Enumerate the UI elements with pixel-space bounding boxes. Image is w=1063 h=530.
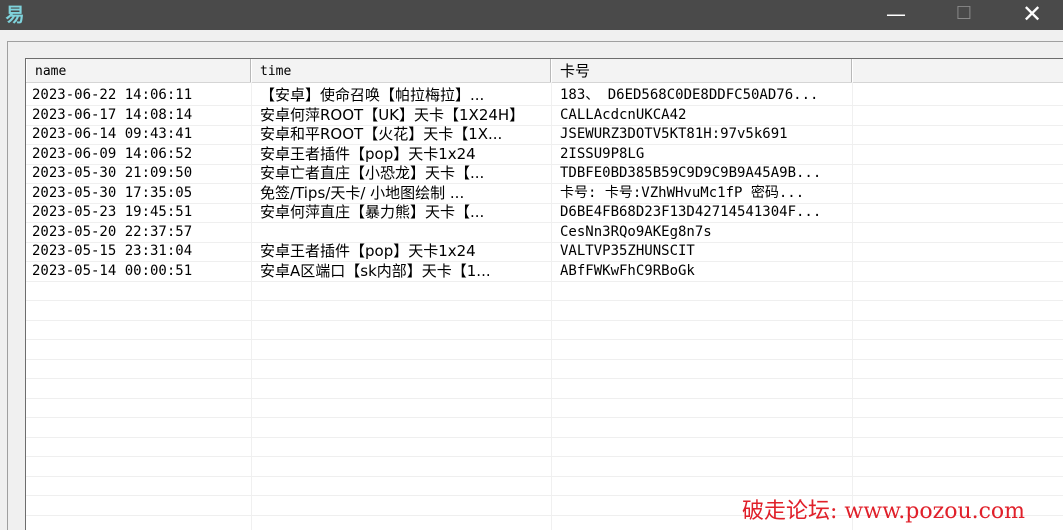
table-row[interactable]: [26, 379, 1063, 399]
cell-name: 2023-05-14 00:00:51: [32, 262, 193, 279]
table-row[interactable]: 2023-06-22 14:06:11 【安卓】使命召唤【帕拉梅拉】... 183、…: [26, 86, 1063, 106]
table-row[interactable]: 2023-06-14 09:43:41 安卓和平ROOT【火花】天卡【1X... J…: [26, 125, 1063, 145]
cell-time: 安卓亡者直庄【小恐龙】天卡【...: [260, 164, 485, 182]
cell-card-number: ABfFWKwFhC9RBoGk: [560, 262, 695, 279]
column-header-time[interactable]: time: [251, 59, 551, 82]
cell-card-number: 2ISSU9P8LG: [560, 145, 645, 162]
cell-name: 2023-05-30 21:09:50: [32, 165, 193, 181]
table-row[interactable]: 2023-05-30 21:09:50 安卓亡者直庄【小恐龙】天卡【... TDBF…: [26, 164, 1063, 184]
table-row[interactable]: [26, 340, 1063, 360]
cell-card-number: D6BE4FB68D23F13D42714541304F...: [560, 204, 822, 220]
column-header-empty[interactable]: [852, 59, 1063, 82]
cell-time: 安卓何萍直庄【暴力熊】天卡【...: [260, 203, 485, 221]
app-icon: 易: [5, 4, 25, 26]
table-row[interactable]: 2023-05-15 23:31:04 安卓王者插件【pop】天卡1x24 VALT…: [26, 242, 1063, 262]
cell-card-number: TDBFE0BD385B59C9D9C9B9A45A9B...: [560, 165, 822, 181]
cell-name: 2023-06-22 14:06:11: [32, 87, 193, 103]
table-row[interactable]: [26, 457, 1063, 477]
cell-card-number: VALTVP35ZHUNSCIT: [560, 243, 695, 259]
table-row[interactable]: [26, 437, 1063, 457]
cell-time: 安卓和平ROOT【火花】天卡【1X...: [260, 125, 503, 143]
cell-card-number: CesNn3RQo9AKEg8n7s: [560, 223, 712, 240]
cell-name: 2023-05-30 17:35:05: [32, 184, 193, 201]
cell-time: 安卓王者插件【pop】天卡1x24: [260, 242, 476, 260]
cell-name: 2023-06-17 14:08:14: [32, 106, 193, 123]
cell-time: 免签/Tips/天卡/ 小地图绘制 ...: [260, 183, 465, 202]
cell-time: 安卓王者插件【pop】天卡1x24: [260, 144, 476, 163]
minimize-button[interactable]: —: [864, 0, 928, 30]
table-row[interactable]: 2023-06-09 14:06:52 安卓王者插件【pop】天卡1x24 2ISS…: [26, 145, 1063, 165]
close-button[interactable]: ✕: [1000, 0, 1063, 30]
cell-time: 【安卓】使命召唤【帕拉梅拉】...: [260, 86, 485, 104]
table-row[interactable]: 2023-06-17 14:08:14 安卓何萍ROOT【UK】天卡【1X24H】…: [26, 106, 1063, 126]
cell-card-number: JSEWURZ3DOTV5KT81H:97v5k691: [560, 126, 788, 142]
table-row[interactable]: [26, 301, 1063, 321]
table-row[interactable]: [26, 418, 1063, 438]
column-header-name[interactable]: name: [26, 59, 251, 82]
cell-name: 2023-05-20 22:37:57: [32, 223, 193, 240]
title-bar: 易 — ☐ ✕: [0, 0, 1063, 30]
cell-name: 2023-06-09 14:06:52: [32, 145, 193, 162]
cell-time: [260, 223, 548, 242]
cell-time: 安卓何萍ROOT【UK】天卡【1X24H】: [260, 105, 525, 124]
cell-name: 2023-05-15 23:31:04: [32, 243, 193, 259]
table-row[interactable]: [26, 359, 1063, 379]
card-list-view[interactable]: name time 卡号 2023-06-22 14:06:11 【安卓】使命召唤…: [25, 58, 1063, 530]
cell-time: 安卓A区端口【sk内部】天卡【1...: [260, 261, 491, 280]
table-row[interactable]: [26, 320, 1063, 340]
table-row[interactable]: 2023-05-14 00:00:51 安卓A区端口【sk内部】天卡【1... AB…: [26, 262, 1063, 282]
table-row[interactable]: 2023-05-30 17:35:05 免签/Tips/天卡/ 小地图绘制 ...…: [26, 184, 1063, 204]
table-row[interactable]: [26, 398, 1063, 418]
cell-name: 2023-05-23 19:45:51: [32, 204, 193, 220]
list-header: name time 卡号: [26, 59, 1063, 83]
cell-card-number: 183、 D6ED568C0DE8DDFC50AD76...: [560, 87, 819, 103]
cell-card-number: CALLAcdcnUKCA42: [560, 106, 687, 123]
table-row[interactable]: 2023-05-20 22:37:57 CesNn3RQo9AKEg8n7s: [26, 223, 1063, 243]
table-row[interactable]: [26, 281, 1063, 301]
watermark-text: 破走论坛: www.pozou.com: [742, 499, 1026, 524]
cell-card-number: 卡号: 卡号:VZhWHvuMc1fP 密码...: [560, 184, 805, 201]
column-header-card-number[interactable]: 卡号: [551, 59, 852, 82]
cell-name: 2023-06-14 09:43:41: [32, 126, 193, 142]
maximize-button[interactable]: ☐: [932, 0, 996, 30]
table-row[interactable]: [26, 476, 1063, 496]
table-row[interactable]: 2023-05-23 19:45:51 安卓何萍直庄【暴力熊】天卡【... D6BE…: [26, 203, 1063, 223]
